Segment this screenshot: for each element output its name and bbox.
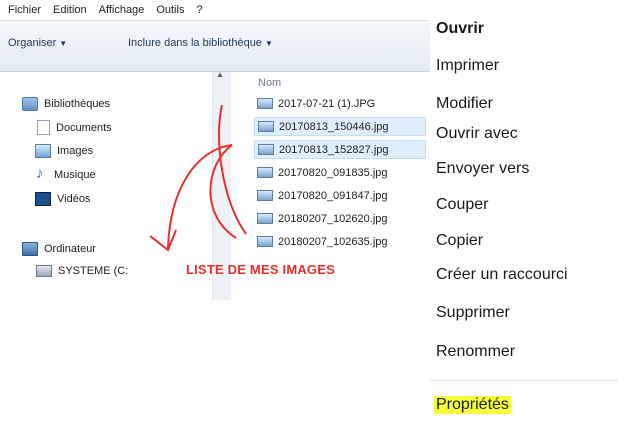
menu-item-cut[interactable]: Couper — [436, 196, 488, 214]
menu-item-create-shortcut[interactable]: Créer un raccourci — [436, 266, 568, 284]
file-row[interactable]: 20180207_102620.jpg — [254, 209, 426, 228]
menu-item-properties[interactable]: Propriétés — [434, 396, 511, 414]
chevron-down-icon: ▼ — [59, 39, 68, 48]
file-row[interactable]: 20170813_150446.jpg — [254, 117, 426, 136]
file-name: 20170813_152827.jpg — [279, 143, 389, 156]
nav-item-label: Images — [57, 145, 94, 157]
annotation-label: LISTE DE MES IMAGES — [186, 262, 335, 277]
nav-item-documents[interactable]: Documents — [37, 120, 112, 135]
file-row[interactable]: 20170820_091847.jpg — [254, 186, 426, 205]
file-name: 20170820_091835.jpg — [278, 166, 388, 179]
file-name: 2017-07-21 (1).JPG — [278, 97, 376, 110]
scroll-up-icon[interactable]: ▲ — [216, 70, 224, 79]
nav-item-label: Bibliothèques — [44, 98, 111, 110]
nav-item-libraries[interactable]: Bibliothèques — [22, 97, 110, 111]
command-toolbar: Organiser ▼ Inclure dans la bibliothèque ▼ — [0, 21, 430, 72]
menu-item-open-with[interactable]: Ouvrir avec — [436, 125, 518, 143]
images-icon — [35, 144, 51, 158]
menu-separator — [430, 380, 618, 381]
menu-item-rename[interactable]: Renommer — [436, 343, 515, 361]
file-name: 20180207_102620.jpg — [278, 212, 388, 225]
documents-icon — [37, 120, 50, 135]
include-label: Inclure dans la bibliothèque — [128, 37, 262, 49]
menu-item-delete[interactable]: Supprimer — [436, 304, 510, 322]
library-icon — [22, 97, 38, 111]
nav-item-label: Vidéos — [57, 193, 91, 205]
nav-item-music[interactable]: Musique — [36, 165, 96, 182]
nav-item-label: Ordinateur — [44, 243, 96, 255]
image-file-icon — [257, 98, 273, 109]
file-name: 20180207_102635.jpg — [278, 235, 388, 248]
nav-item-images[interactable]: Images — [35, 144, 93, 158]
file-name: 20170813_150446.jpg — [279, 120, 389, 133]
computer-icon — [22, 242, 38, 256]
chevron-down-icon: ▼ — [264, 39, 273, 48]
menu-bar: Fichier Edition Affichage Outils ? — [0, 0, 430, 21]
image-file-icon — [258, 121, 274, 132]
image-file-icon — [257, 190, 273, 201]
menu-help[interactable]: ? — [196, 4, 202, 16]
music-icon — [36, 165, 48, 182]
menu-affichage[interactable]: Affichage — [99, 4, 145, 16]
menu-edition[interactable]: Edition — [53, 4, 87, 16]
nav-item-system-drive[interactable]: SYSTEME (C: — [36, 265, 128, 277]
nav-item-label: Documents — [56, 121, 112, 134]
menu-item-print[interactable]: Imprimer — [436, 57, 499, 75]
videos-icon — [35, 192, 51, 206]
column-header-name[interactable]: Nom — [258, 77, 281, 89]
menu-item-copy[interactable]: Copier — [436, 232, 483, 250]
organise-label: Organiser — [8, 37, 57, 49]
file-name: 20170820_091847.jpg — [278, 189, 388, 202]
file-row[interactable]: 20180207_102635.jpg — [254, 232, 426, 251]
file-row[interactable]: 20170813_152827.jpg — [254, 140, 426, 159]
context-menu: Ouvrir Imprimer Modifier Ouvrir avec Env… — [430, 0, 618, 423]
file-row[interactable]: 20170820_091835.jpg — [254, 163, 426, 182]
menu-fichier[interactable]: Fichier — [8, 4, 41, 16]
menu-item-open[interactable]: Ouvrir — [436, 20, 484, 38]
drive-icon — [36, 265, 52, 277]
file-row[interactable]: 2017-07-21 (1).JPG — [254, 94, 426, 113]
menu-item-send-to[interactable]: Envoyer vers — [436, 160, 529, 178]
include-in-library-button[interactable]: Inclure dans la bibliothèque ▼ — [128, 37, 273, 49]
file-explorer-window: Fichier Edition Affichage Outils ? Organ… — [0, 0, 430, 300]
nav-item-videos[interactable]: Vidéos — [35, 192, 90, 206]
image-file-icon — [258, 144, 274, 155]
menu-outils[interactable]: Outils — [156, 4, 184, 16]
nav-item-label: SYSTEME (C: — [58, 265, 129, 277]
organise-button[interactable]: Organiser ▼ — [8, 37, 67, 49]
image-file-icon — [257, 236, 273, 247]
nav-item-computer[interactable]: Ordinateur — [22, 242, 96, 256]
image-file-icon — [257, 167, 273, 178]
nav-item-label: Musique — [54, 168, 96, 181]
image-file-icon — [257, 213, 273, 224]
menu-item-edit[interactable]: Modifier — [436, 95, 493, 113]
